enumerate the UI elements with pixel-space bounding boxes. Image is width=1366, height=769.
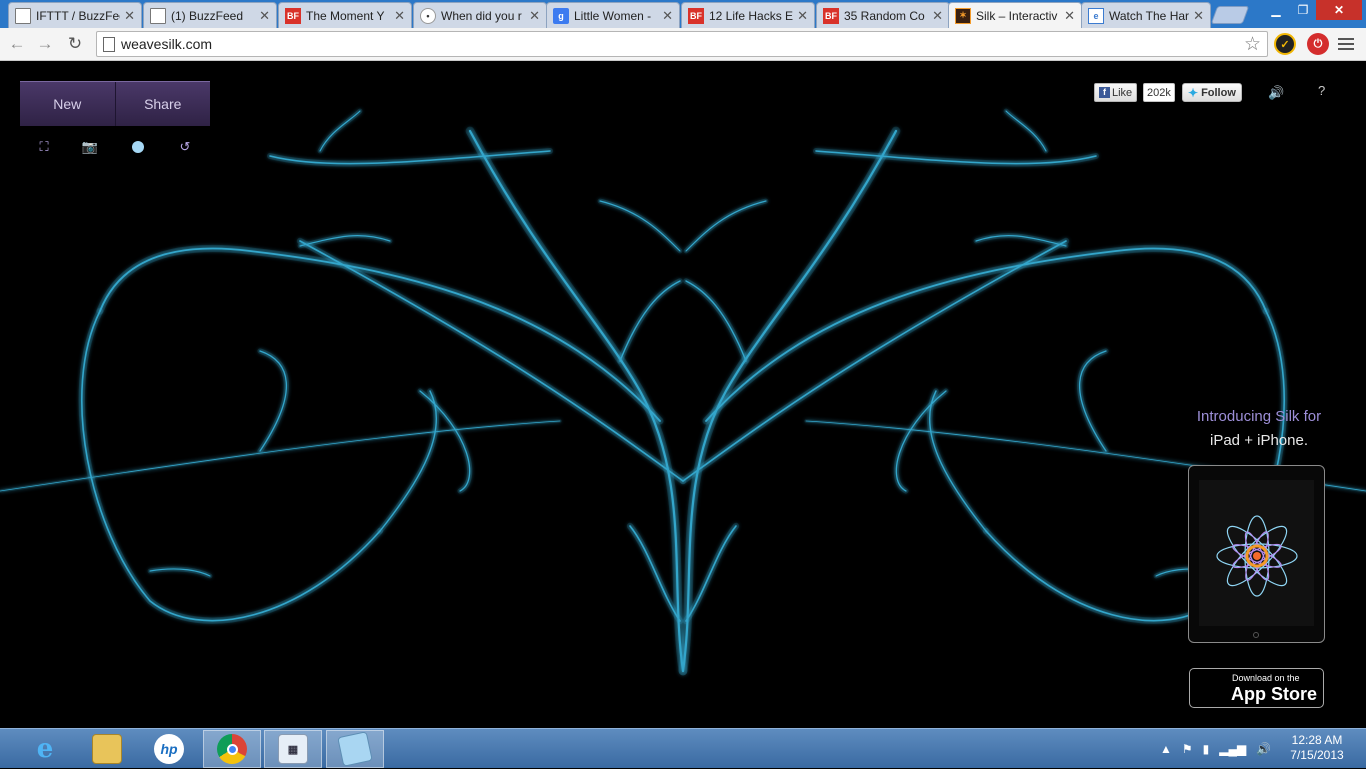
taskbar: e hp ▦ ▲ ⚑ ▮ ▂▄▆ 🔊 12:28 AM 7/15/2013: [0, 728, 1366, 768]
minimize-icon[interactable]: ▁: [1262, 0, 1290, 20]
tab-watch[interactable]: e Watch The Har ✕: [1081, 2, 1211, 28]
tab-reddit[interactable]: • When did you r ✕: [413, 2, 547, 28]
camera-icon[interactable]: 📷: [82, 139, 98, 155]
share-button[interactable]: Share: [114, 82, 210, 126]
ipad-preview-image[interactable]: [1188, 465, 1325, 643]
tab-life-hacks[interactable]: BF 12 Life Hacks E ✕: [681, 2, 815, 28]
buzzfeed-icon: BF: [285, 7, 301, 24]
network-icon[interactable]: ▂▄▆: [1219, 742, 1246, 756]
close-icon[interactable]: ✕: [394, 8, 405, 24]
silk-canvas-page: New Share ⛶ 📷 ↺ f Like 202k ✦ Follow 🔊 ?…: [0, 61, 1366, 728]
color-dot-icon[interactable]: [130, 139, 146, 155]
tab-title: Watch The Har: [1109, 8, 1190, 23]
bookmark-star-icon[interactable]: ☆: [1244, 33, 1261, 56]
appstore-big-text: App Store: [1231, 684, 1318, 704]
close-window-icon[interactable]: ✕: [1316, 0, 1362, 20]
tab-title: (1) BuzzFeed: [171, 8, 244, 23]
tab-random[interactable]: BF 35 Random Co ✕: [816, 2, 950, 28]
reddit-icon: •: [420, 7, 436, 24]
clock-time: 12:28 AM: [1291, 733, 1343, 747]
file-explorer-icon[interactable]: [78, 730, 136, 768]
chrome-icon[interactable]: [203, 730, 261, 768]
page-icon: [103, 37, 115, 52]
hp-icon[interactable]: hp: [140, 730, 198, 768]
menu-icon[interactable]: [1338, 34, 1358, 54]
silk-icon: ✶: [955, 7, 971, 24]
tab-title: When did you r: [441, 8, 522, 23]
like-label: Like: [1112, 86, 1133, 99]
close-icon[interactable]: ✕: [932, 8, 943, 24]
tab-title: The Moment Y: [306, 8, 385, 23]
new-share-group: New Share: [20, 81, 210, 126]
tab-moment[interactable]: BF The Moment Y ✕: [278, 2, 412, 28]
appstore-small-text: Download on the: [1232, 673, 1300, 683]
show-hidden-icons-icon[interactable]: ▲: [1160, 742, 1172, 756]
tab-silk[interactable]: ✶ Silk – Interactiv ✕: [948, 2, 1082, 28]
browser-toolbar: ← → ↻ weavesilk.com ☆ ✓ ⏻: [0, 28, 1366, 61]
close-icon[interactable]: ✕: [124, 8, 135, 24]
close-icon[interactable]: ✕: [662, 8, 673, 24]
buzzfeed-icon: BF: [688, 7, 704, 24]
close-icon[interactable]: ✕: [529, 8, 540, 24]
calculator-icon[interactable]: ▦: [264, 730, 322, 768]
clock-date: 7/15/2013: [1290, 748, 1344, 762]
back-arrow-icon[interactable]: ←: [4, 32, 30, 56]
page-icon: [15, 7, 31, 24]
forward-arrow-icon[interactable]: →: [32, 32, 58, 56]
clock[interactable]: 12:28 AM 7/15/2013: [1282, 733, 1352, 763]
tab-title: Silk – Interactiv: [976, 8, 1058, 23]
tab-little-women[interactable]: g Little Women - ✕: [546, 2, 680, 28]
close-icon[interactable]: ✕: [1193, 8, 1204, 24]
page-icon: [150, 7, 166, 24]
action-center-icon[interactable]: ⚑: [1182, 742, 1193, 756]
follow-label: Follow: [1201, 86, 1236, 99]
new-button[interactable]: New: [20, 82, 115, 126]
facebook-like-button[interactable]: f Like: [1094, 83, 1138, 102]
buzzfeed-icon: BF: [823, 7, 839, 24]
close-icon[interactable]: ✕: [1064, 8, 1075, 24]
tab-title: IFTTT / BuzzFee: [36, 8, 121, 23]
tab-buzzfeed[interactable]: (1) BuzzFeed ✕: [143, 2, 277, 28]
system-tray: ▲ ⚑ ▮ ▂▄▆ 🔊: [1160, 729, 1271, 769]
internet-explorer-icon[interactable]: e: [16, 730, 74, 768]
sound-icon[interactable]: 🔊: [1268, 85, 1284, 101]
facebook-icon: f: [1099, 87, 1110, 98]
tab-title: 12 Life Hacks E: [709, 8, 794, 23]
close-icon[interactable]: ✕: [259, 8, 270, 24]
extension-icon[interactable]: ✓: [1274, 33, 1296, 55]
volume-icon[interactable]: 🔊: [1256, 742, 1271, 756]
tab-strip: IFTTT / BuzzFee ✕ (1) BuzzFeed ✕ BF The …: [0, 0, 1366, 28]
new-tab-button[interactable]: [1210, 6, 1250, 24]
ie-page-icon: e: [1088, 7, 1104, 24]
url-text[interactable]: weavesilk.com: [121, 36, 212, 52]
google-icon: g: [553, 7, 569, 24]
close-icon[interactable]: ✕: [797, 8, 808, 24]
promo-heading: Introducing Silk for: [1196, 408, 1322, 425]
help-icon[interactable]: ?: [1318, 83, 1325, 98]
tab-ifttt[interactable]: IFTTT / BuzzFee ✕: [8, 2, 142, 28]
promo-subheading: iPad + iPhone.: [1210, 432, 1308, 449]
silk-drawing-canvas[interactable]: [0, 61, 1366, 728]
adblock-icon[interactable]: ⏻: [1307, 33, 1329, 55]
tab-title: 35 Random Co: [844, 8, 925, 23]
twitter-follow-button[interactable]: ✦ Follow: [1182, 83, 1242, 102]
notepad-icon[interactable]: [326, 730, 384, 768]
tab-title: Little Women -: [574, 8, 652, 23]
ipad-home-button: [1253, 632, 1259, 638]
ipad-screen: [1199, 480, 1314, 626]
twitter-bird-icon: ✦: [1188, 85, 1199, 100]
reload-icon[interactable]: ↻: [62, 32, 88, 56]
app-store-badge[interactable]: Download on the App Store: [1189, 668, 1324, 708]
like-count: 202k: [1143, 83, 1175, 102]
undo-icon[interactable]: ↺: [177, 139, 193, 155]
address-bar[interactable]: weavesilk.com ☆: [96, 31, 1268, 57]
fullscreen-icon[interactable]: ⛶: [36, 139, 52, 155]
restore-icon[interactable]: ❐: [1290, 0, 1316, 20]
power-icon[interactable]: ▮: [1203, 742, 1210, 756]
